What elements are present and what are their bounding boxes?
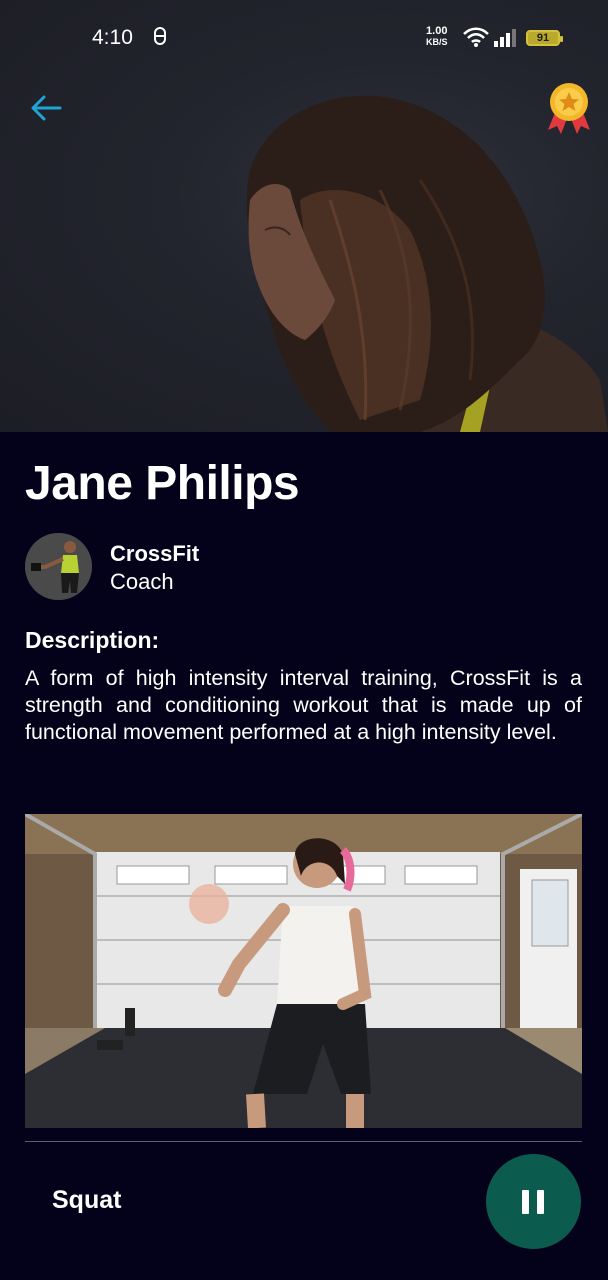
coach-role: Coach bbox=[110, 569, 174, 594]
coach-info: CrossFit Coach bbox=[25, 533, 425, 601]
achievement-badge-button[interactable] bbox=[544, 80, 594, 136]
status-time: 4:10 bbox=[92, 26, 133, 49]
network-speed-unit: KB/S bbox=[426, 37, 448, 47]
arrow-left-icon bbox=[31, 95, 62, 121]
sync-icon bbox=[152, 26, 168, 51]
medal-icon bbox=[548, 83, 590, 134]
network-speed: 1.00 KB/S bbox=[426, 26, 448, 48]
description-heading: Description: bbox=[25, 627, 160, 653]
coach-category: CrossFit bbox=[110, 541, 200, 566]
workout-video[interactable] bbox=[25, 814, 582, 1128]
wifi-icon bbox=[463, 27, 489, 47]
avatar[interactable] bbox=[25, 533, 92, 600]
divider bbox=[25, 1141, 582, 1142]
current-exercise-label: Squat bbox=[52, 1186, 122, 1214]
pause-button[interactable] bbox=[486, 1154, 581, 1249]
battery-indicator: 91 bbox=[526, 30, 563, 46]
coach-name: Jane Philips bbox=[25, 457, 300, 510]
video-frame bbox=[25, 814, 582, 1128]
status-bar: 4:10 1.00 KB/S 91 bbox=[0, 0, 608, 76]
network-speed-value: 1.00 bbox=[426, 25, 448, 37]
description-text: A form of high intensity interval traini… bbox=[25, 666, 582, 744]
signal-icon bbox=[494, 29, 516, 47]
back-button[interactable] bbox=[26, 88, 68, 128]
